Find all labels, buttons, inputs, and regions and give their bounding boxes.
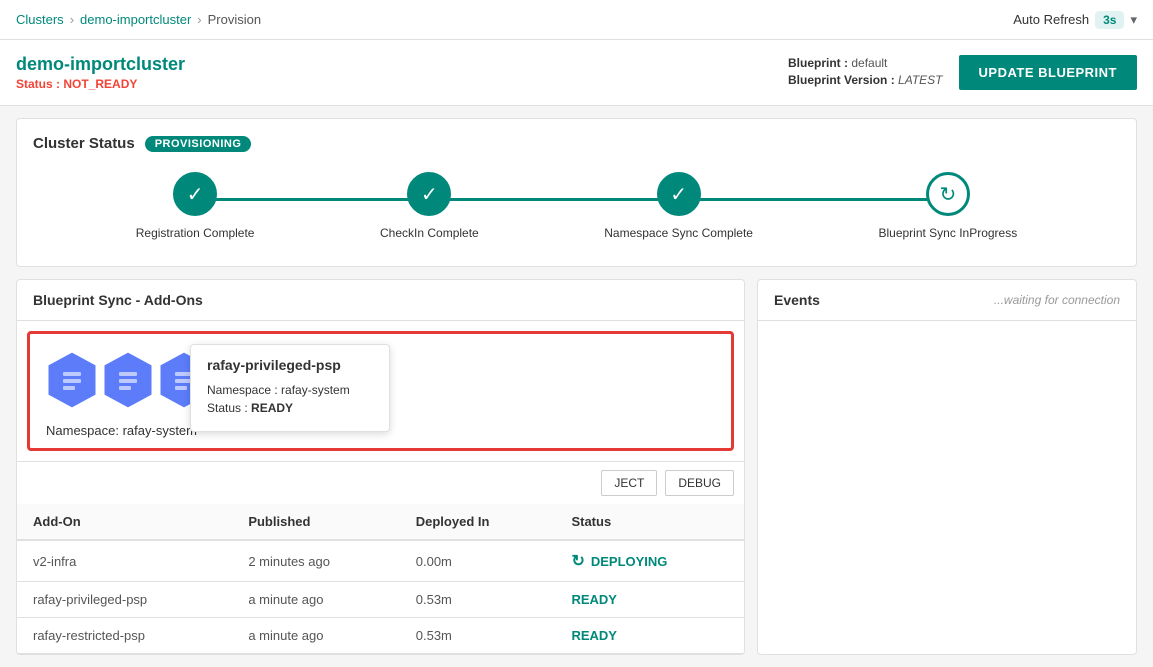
status-ready-badge: READY xyxy=(571,592,617,607)
addon-table: Add-On Published Deployed In Status v2-i… xyxy=(17,504,744,654)
cluster-status-card: Cluster Status PROVISIONING ✓ Registrati… xyxy=(16,118,1137,267)
cell-published-2: a minute ago xyxy=(232,582,399,618)
auto-refresh[interactable]: Auto Refresh 3s ▾ xyxy=(1013,11,1137,29)
blueprint-name: Blueprint : default xyxy=(788,56,943,70)
cell-published-3: a minute ago xyxy=(232,618,399,654)
step-circle-registration: ✓ xyxy=(173,172,217,216)
auto-refresh-label: Auto Refresh xyxy=(1013,12,1089,27)
status-label: Status : xyxy=(16,77,60,91)
step-label-namespace: Namespace Sync Complete xyxy=(604,226,753,240)
breadcrumb: Clusters › demo-importcluster › Provisio… xyxy=(16,12,261,27)
cell-published-1: 2 minutes ago xyxy=(232,540,399,582)
step-namespace: ✓ Namespace Sync Complete xyxy=(604,172,753,240)
events-card: Events ...waiting for connection xyxy=(757,279,1137,655)
cell-deployed-3: 0.53m xyxy=(400,618,556,654)
breadcrumb-cluster[interactable]: demo-importcluster xyxy=(80,12,191,27)
step-label-registration: Registration Complete xyxy=(136,226,255,240)
cell-status-1: ↻ DEPLOYING xyxy=(555,540,744,582)
steps-line xyxy=(196,198,957,201)
step-circle-checkin: ✓ xyxy=(407,172,451,216)
steps-container: ✓ Registration Complete ✓ CheckIn Comple… xyxy=(33,152,1120,250)
col-published: Published xyxy=(232,504,399,540)
right-column: Events ...waiting for connection xyxy=(757,279,1137,655)
tooltip-name: rafay-privileged-psp xyxy=(207,357,373,373)
step-circle-namespace: ✓ xyxy=(657,172,701,216)
cluster-header: demo-importcluster Status : NOT_READY Bl… xyxy=(0,40,1153,106)
addon-tooltip: rafay-privileged-psp Namespace : rafay-s… xyxy=(190,344,390,432)
hex-icon-2[interactable] xyxy=(102,350,154,413)
blueprint-sync-card: Blueprint Sync - Add-Ons xyxy=(16,279,745,655)
status-deploying-badge: ↻ DEPLOYING xyxy=(571,551,728,571)
table-header-row: Add-On Published Deployed In Status xyxy=(17,504,744,540)
cell-addon-1: v2-infra xyxy=(17,540,232,582)
step-circle-blueprint: ↻ xyxy=(926,172,970,216)
step-registration: ✓ Registration Complete xyxy=(136,172,255,240)
hex-icon-1[interactable] xyxy=(46,350,98,413)
auto-refresh-interval: 3s xyxy=(1095,11,1124,29)
step-blueprint: ↻ Blueprint Sync InProgress xyxy=(878,172,1017,240)
status-value: NOT_READY xyxy=(63,77,137,91)
action-buttons: JECT DEBUG xyxy=(17,461,744,504)
blueprint-info: Blueprint : default Blueprint Version : … xyxy=(788,56,943,90)
cell-status-3: READY xyxy=(555,618,744,654)
cell-addon-3: rafay-restricted-psp xyxy=(17,618,232,654)
table-row: rafay-privileged-psp a minute ago 0.53m … xyxy=(17,582,744,618)
step-checkin: ✓ CheckIn Complete xyxy=(380,172,479,240)
cluster-name: demo-importcluster xyxy=(16,54,772,75)
namespace-label: Namespace: rafay-system xyxy=(46,423,197,438)
inject-button[interactable]: JECT xyxy=(601,470,657,496)
cluster-status: Status : NOT_READY xyxy=(16,77,772,91)
provisioning-badge: PROVISIONING xyxy=(145,136,252,152)
hex-area: rafay-privileged-psp Namespace : rafay-s… xyxy=(27,331,734,451)
cell-status-2: READY xyxy=(555,582,744,618)
breadcrumb-page: Provision xyxy=(208,12,261,27)
col-addon: Add-On xyxy=(17,504,232,540)
table-row: rafay-restricted-psp a minute ago 0.53m … xyxy=(17,618,744,654)
chevron-down-icon: ▾ xyxy=(1130,12,1137,28)
two-column-layout: Blueprint Sync - Add-Ons xyxy=(16,279,1137,655)
tooltip-status-value: READY xyxy=(251,401,293,415)
cluster-status-title: Cluster Status PROVISIONING xyxy=(33,135,1120,152)
step-label-blueprint: Blueprint Sync InProgress xyxy=(878,226,1017,240)
cluster-info: demo-importcluster Status : NOT_READY xyxy=(16,54,772,91)
cell-deployed-1: 0.00m xyxy=(400,540,556,582)
events-body xyxy=(758,321,1136,521)
debug-button[interactable]: DEBUG xyxy=(665,470,734,496)
events-header: Events ...waiting for connection xyxy=(758,280,1136,321)
tooltip-namespace: Namespace : rafay-system xyxy=(207,383,373,397)
update-blueprint-button[interactable]: UPDATE BLUEPRINT xyxy=(959,55,1137,90)
cell-addon-2: rafay-privileged-psp xyxy=(17,582,232,618)
table-row: v2-infra 2 minutes ago 0.00m ↻ DEPLOYING xyxy=(17,540,744,582)
breadcrumb-sep1: › xyxy=(70,12,74,27)
breadcrumb-sep2: › xyxy=(197,12,201,27)
events-waiting: ...waiting for connection xyxy=(994,293,1120,307)
top-bar: Clusters › demo-importcluster › Provisio… xyxy=(0,0,1153,40)
col-deployed: Deployed In xyxy=(400,504,556,540)
breadcrumb-clusters[interactable]: Clusters xyxy=(16,12,64,27)
blueprint-version: Blueprint Version : LATEST xyxy=(788,73,943,87)
tooltip-status: Status : READY xyxy=(207,401,373,415)
cell-deployed-2: 0.53m xyxy=(400,582,556,618)
step-label-checkin: CheckIn Complete xyxy=(380,226,479,240)
loading-icon: ↻ xyxy=(571,551,584,571)
left-column: Blueprint Sync - Add-Ons xyxy=(16,279,745,655)
events-title: Events xyxy=(774,292,820,308)
main-content: Cluster Status PROVISIONING ✓ Registrati… xyxy=(0,106,1153,667)
blueprint-sync-title: Blueprint Sync - Add-Ons xyxy=(17,280,744,321)
col-status: Status xyxy=(555,504,744,540)
